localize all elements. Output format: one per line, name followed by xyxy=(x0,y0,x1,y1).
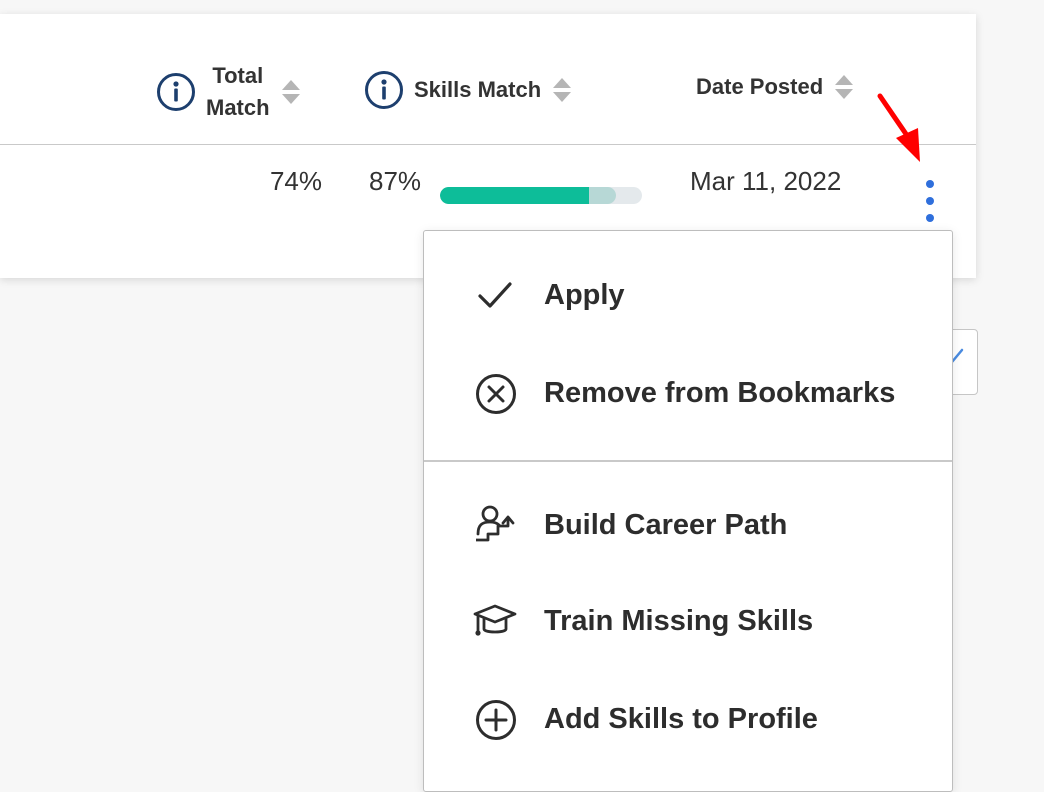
sort-icon[interactable] xyxy=(280,77,302,107)
menu-item-apply[interactable]: Apply xyxy=(424,263,952,327)
skills-match-progress-bar xyxy=(440,187,642,204)
menu-item-label: Apply xyxy=(544,278,625,311)
header-total-match-line2: Match xyxy=(206,95,270,120)
kebab-dot xyxy=(926,197,934,205)
header-skills-match-label: Skills Match xyxy=(414,77,542,102)
menu-item-label: Add Skills to Profile xyxy=(544,702,818,735)
graduation-cap-icon xyxy=(473,604,517,636)
circle-plus-icon xyxy=(476,700,516,740)
info-icon[interactable] xyxy=(156,72,196,112)
menu-item-build-career-path[interactable]: Build Career Path xyxy=(424,493,952,557)
career-path-icon xyxy=(476,505,515,542)
menu-item-label: Train Missing Skills xyxy=(544,604,814,637)
header-total-match[interactable]: Total Match xyxy=(156,60,302,124)
menu-item-add-skills-to-profile[interactable]: Add Skills to Profile xyxy=(424,687,952,751)
more-options-icon[interactable] xyxy=(916,176,944,226)
header-skills-match[interactable]: Skills Match xyxy=(364,70,573,110)
header-date-posted[interactable]: Date Posted xyxy=(696,72,855,102)
skills-match-value: 87% xyxy=(369,166,422,196)
header-date-posted-label: Date Posted xyxy=(696,74,824,99)
options-menu: Apply Remove from Bookmarks Build Career… xyxy=(423,230,953,792)
header-total-match-label: Total Match xyxy=(206,60,270,124)
menu-item-remove-bookmark[interactable]: Remove from Bookmarks xyxy=(424,361,952,425)
menu-item-train-missing-skills[interactable]: Train Missing Skills xyxy=(424,589,952,653)
kebab-dot xyxy=(926,180,934,188)
header-divider xyxy=(0,144,976,145)
check-icon xyxy=(478,282,512,308)
red-arrow-icon xyxy=(877,93,920,162)
date-posted-value: Mar 11, 2022 xyxy=(690,166,842,196)
sort-icon[interactable] xyxy=(551,75,573,105)
kebab-dot xyxy=(926,214,934,222)
progress-fill-primary xyxy=(440,187,590,204)
menu-item-label: Remove from Bookmarks xyxy=(544,376,896,409)
circle-x-icon xyxy=(476,374,516,414)
menu-divider xyxy=(424,460,952,462)
total-match-value: 74% xyxy=(269,166,322,196)
header-total-match-line1: Total xyxy=(212,63,264,88)
sort-icon[interactable] xyxy=(833,72,855,102)
menu-item-label: Build Career Path xyxy=(544,508,788,541)
info-icon[interactable] xyxy=(364,70,404,110)
